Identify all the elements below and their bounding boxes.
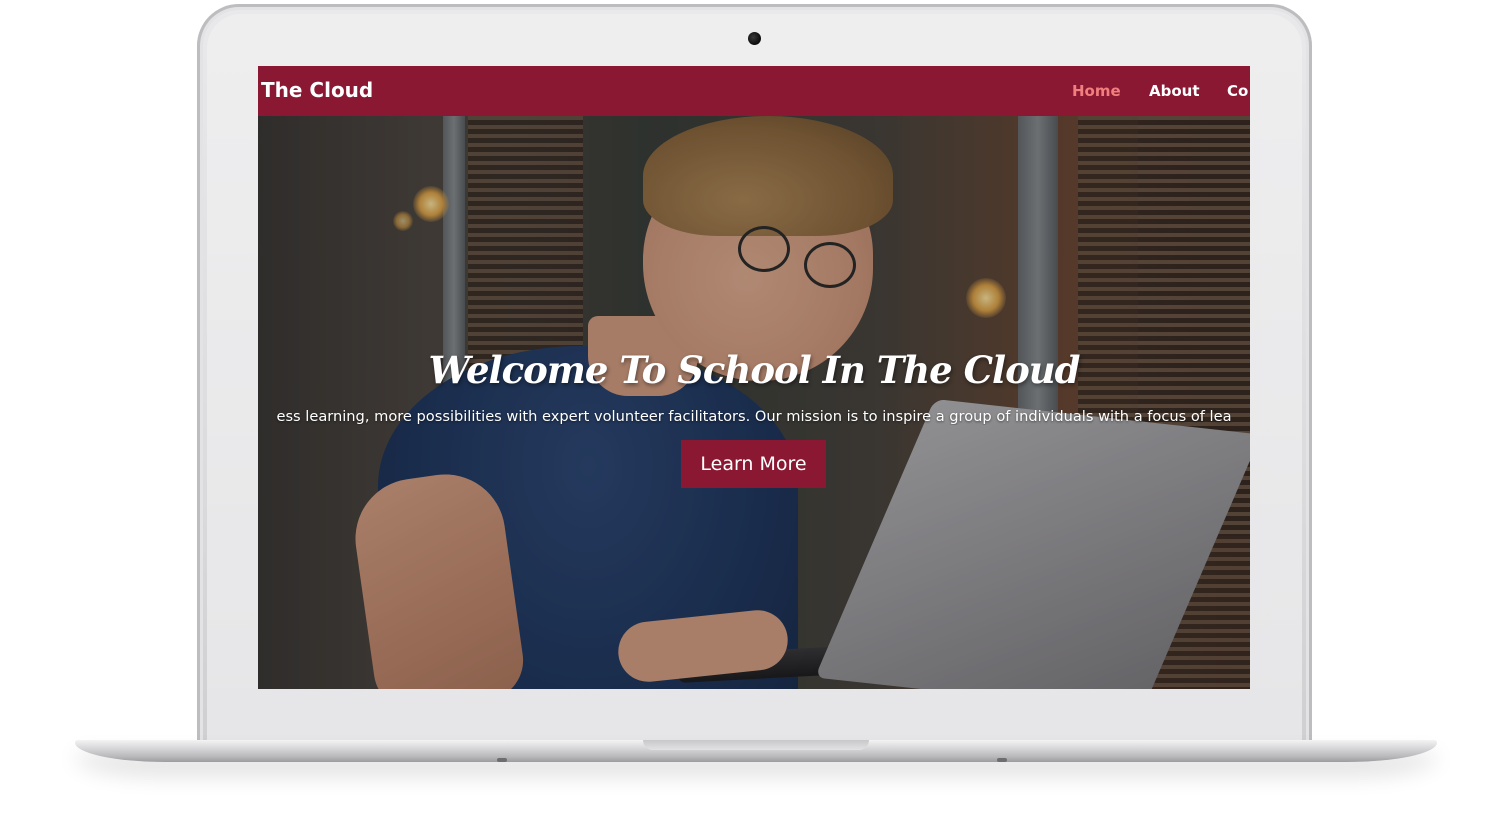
laptop-foot — [497, 758, 507, 762]
hero-overlay — [258, 116, 1250, 689]
hero-tagline: ess learning, more possibilities with ex… — [258, 408, 1250, 425]
nav-link-contact[interactable]: Co — [1227, 82, 1248, 100]
device-mockup: Welcome To School In The Cloud ess learn… — [0, 0, 1509, 815]
nav-link-home[interactable]: Home — [1072, 82, 1121, 100]
nav-link-about[interactable]: About — [1149, 82, 1200, 100]
browser-viewport: Welcome To School In The Cloud ess learn… — [258, 66, 1250, 689]
laptop-hinge-notch — [643, 740, 869, 750]
site-brand[interactable]: The Cloud — [261, 78, 373, 102]
laptop-foot — [997, 758, 1007, 762]
site-navbar: The Cloud Home About Co — [258, 66, 1250, 116]
camera-icon — [748, 32, 761, 45]
hero-title: Welcome To School In The Cloud — [428, 348, 1080, 392]
learn-more-button[interactable]: Learn More — [681, 440, 826, 488]
hero-section: Welcome To School In The Cloud ess learn… — [258, 116, 1250, 689]
hero-tagline-text: ess learning, more possibilities with ex… — [276, 408, 1232, 425]
